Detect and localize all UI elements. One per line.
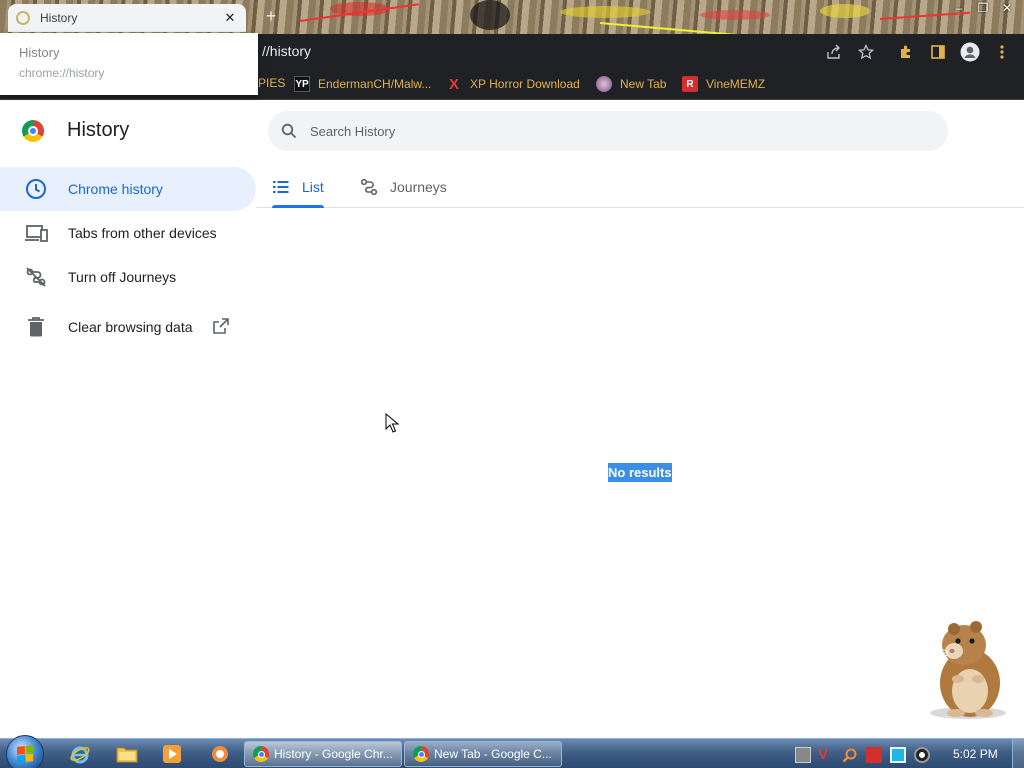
sidebar-item-turn-off-journeys[interactable]: Turn off Journeys [0, 255, 256, 299]
side-panel-icon[interactable] [928, 42, 948, 62]
sidebar: Chrome history Tabs from other devices T… [0, 167, 256, 349]
tab-list[interactable]: List [272, 167, 324, 208]
taskbar-item-history[interactable]: History - Google Chr... [244, 741, 402, 767]
list-icon [272, 178, 290, 196]
hover-card-url: chrome://history [19, 66, 105, 80]
internet-explorer-icon[interactable] [68, 742, 92, 766]
sidebar-item-chrome-history[interactable]: Chrome history [0, 167, 256, 211]
bookmark-label: EndermanCH/Malw... [318, 77, 432, 91]
bookmark-item[interactable]: PIES [258, 76, 285, 90]
history-favicon-icon [16, 11, 30, 25]
globe-icon [596, 76, 612, 92]
journeys-off-icon [24, 265, 48, 289]
window-controls: – ❐ ✕ [948, 0, 1024, 18]
tab-hover-card: History chrome://history [0, 33, 258, 95]
search-box[interactable] [268, 111, 948, 151]
wallpaper-decoration [470, 0, 510, 30]
taskbar-item-new-tab[interactable]: New Tab - Google C... [404, 741, 562, 767]
tray-search-icon[interactable] [842, 747, 858, 763]
sidebar-item-label: Tabs from other devices [68, 225, 217, 241]
mouse-cursor-icon [385, 413, 399, 433]
taskbar-item-label: History - Google Chr... [274, 747, 393, 761]
tab-label: List [302, 179, 324, 195]
sidebar-item-label: Turn off Journeys [68, 269, 177, 285]
journeys-icon [360, 178, 378, 196]
search-icon [281, 123, 297, 139]
view-tabs: List Journeys [256, 167, 1024, 208]
bookmark-item[interactable]: X XP Horror Download [446, 75, 580, 93]
start-button[interactable] [6, 735, 44, 768]
yp-icon: YP [294, 76, 310, 92]
search-input[interactable] [310, 123, 910, 139]
sidebar-item-clear-browsing-data[interactable]: Clear browsing data [0, 305, 256, 349]
tab-close-icon[interactable]: ✕ [222, 10, 238, 26]
menu-kebab-icon[interactable] [992, 42, 1012, 62]
empty-state-message: No results [608, 463, 672, 482]
page-header: History [22, 119, 129, 142]
minimize-button[interactable]: – [948, 0, 970, 16]
trash-icon [24, 315, 48, 339]
tray-display-icon[interactable] [890, 747, 906, 763]
chrome-icon [253, 746, 269, 762]
bookmark-item[interactable]: R VineMEMZ [682, 76, 765, 92]
new-tab-button[interactable]: + [262, 6, 280, 27]
wallpaper-decoration [560, 6, 650, 18]
hamster-mascot-icon [930, 621, 1006, 719]
bookmark-label: New Tab [620, 77, 667, 91]
bookmark-item[interactable]: YP EndermanCH/Malw... [294, 76, 431, 92]
tab-title: History [40, 11, 78, 25]
chrome-logo-icon [22, 119, 44, 142]
close-window-button[interactable]: ✕ [996, 0, 1018, 16]
file-explorer-icon[interactable] [115, 742, 139, 766]
profile-avatar-icon[interactable] [960, 42, 980, 62]
tray-volume-icon[interactable] [914, 747, 930, 763]
taskbar-item-label: New Tab - Google C... [434, 747, 552, 761]
bookmark-star-icon[interactable] [856, 42, 876, 62]
show-desktop-button[interactable] [1012, 739, 1024, 768]
wallpaper-decoration [700, 10, 770, 20]
r-icon: R [682, 76, 698, 92]
hover-card-title: History [19, 45, 60, 60]
windows-logo-icon [17, 745, 33, 763]
tab-label: Journeys [390, 179, 447, 195]
open-in-new-icon [212, 317, 229, 337]
sidebar-item-label: Clear browsing data [68, 319, 193, 335]
history-page: History Chrome history Tabs from other d… [0, 101, 1024, 738]
bookmark-label: VineMEMZ [706, 77, 766, 91]
share-icon[interactable] [824, 42, 844, 62]
tab-history[interactable]: History ✕ [8, 4, 246, 32]
app-pinned-icon[interactable] [208, 742, 232, 766]
taskbar-clock[interactable]: 5:02 PM [953, 747, 998, 761]
bookmark-label: XP Horror Download [470, 77, 580, 91]
tray-flag-icon[interactable] [866, 747, 882, 763]
page-title: History [67, 119, 130, 141]
media-player-icon[interactable] [160, 742, 184, 766]
tray-app-icon[interactable] [795, 747, 811, 763]
wallpaper-decoration [599, 22, 760, 34]
extensions-puzzle-icon[interactable] [896, 42, 916, 62]
windows-taskbar: History - Google Chr... New Tab - Google… [0, 735, 1024, 768]
wallpaper-decoration [820, 4, 870, 18]
chrome-icon [413, 746, 429, 762]
maximize-button[interactable]: ❐ [972, 0, 994, 16]
browser-title-bar: History ✕ + – ❐ ✕ [0, 0, 1024, 34]
sidebar-item-label: Chrome history [68, 181, 163, 197]
tab-journeys[interactable]: Journeys [360, 167, 447, 207]
bookmark-label: PIES [258, 76, 286, 90]
tray-v-icon[interactable]: V [818, 747, 834, 763]
clock-icon [24, 177, 48, 201]
address-bar[interactable]: //history [262, 43, 311, 59]
address-path: //history [262, 43, 312, 59]
bookmark-item[interactable]: New Tab [596, 76, 666, 92]
x-icon: X [448, 75, 459, 93]
devices-icon [24, 221, 48, 245]
sidebar-item-tabs-other-devices[interactable]: Tabs from other devices [0, 211, 256, 255]
